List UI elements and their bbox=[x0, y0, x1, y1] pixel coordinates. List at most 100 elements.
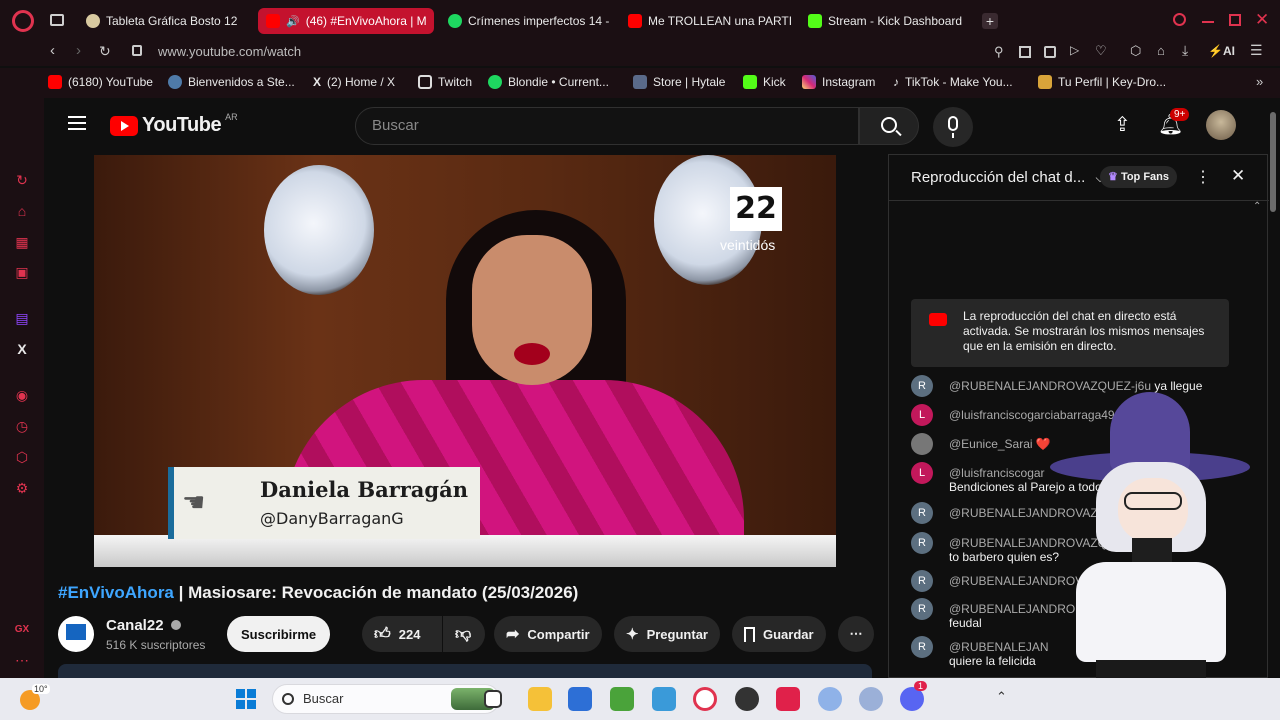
heart-icon[interactable]: ♡ bbox=[1095, 43, 1107, 59]
dislike-button[interactable]: 👎︎ bbox=[443, 616, 485, 652]
ask-button[interactable]: ✦ Preguntar bbox=[614, 616, 720, 652]
tab-trollean[interactable]: Me TROLLEAN una PARTI bbox=[620, 8, 792, 34]
bookmark-twitch[interactable]: Twitch bbox=[418, 75, 472, 89]
studio-desk bbox=[94, 535, 836, 567]
bookmark-steam[interactable]: Bienvenidos a Ste... bbox=[168, 75, 295, 89]
chat-scroll-up-icon[interactable]: ⌃ bbox=[1253, 201, 1261, 212]
new-tab-button[interactable]: + bbox=[982, 13, 998, 29]
search-tabs-icon[interactable] bbox=[1173, 13, 1186, 26]
forward-icon[interactable]: › bbox=[76, 42, 81, 59]
history-icon[interactable]: ◷ bbox=[14, 418, 30, 434]
channel-avatar[interactable] bbox=[58, 616, 94, 652]
channel-watermark-text: veintidós bbox=[720, 237, 776, 253]
bookmark-kick[interactable]: Kick bbox=[743, 75, 786, 89]
channel-name[interactable]: Canal22 bbox=[106, 617, 181, 634]
video-player[interactable]: ☚ Daniela Barragán @DanyBarraganG 22 vei… bbox=[94, 155, 836, 567]
bookmark-youtube[interactable]: (6180) YouTube bbox=[48, 75, 153, 89]
close-window-button[interactable]: ✕ bbox=[1255, 10, 1269, 30]
presenter-face bbox=[472, 235, 592, 385]
save-button[interactable]: Guardar bbox=[732, 616, 826, 652]
windows-taskbar: 10° Buscar 1 ⌃ bbox=[0, 678, 1280, 720]
close-chat-icon[interactable]: ✕ bbox=[1231, 166, 1245, 186]
play-icon[interactable]: ▷ bbox=[1070, 43, 1079, 57]
opera-logo-icon[interactable] bbox=[12, 10, 34, 32]
photos-icon[interactable] bbox=[652, 687, 676, 711]
subscriber-count: 516 K suscriptores bbox=[106, 638, 206, 652]
bookmark-hytale[interactable]: Store | Hytale bbox=[633, 75, 725, 89]
bookmark-instagram[interactable]: Instagram bbox=[802, 75, 875, 89]
page-scrollbar[interactable] bbox=[1270, 112, 1276, 212]
taskbar-search-input[interactable]: Buscar bbox=[272, 684, 500, 714]
refresh-icon[interactable]: ↻ bbox=[14, 172, 30, 188]
app-icon[interactable] bbox=[859, 687, 883, 711]
settings-icon[interactable]: ⚙ bbox=[14, 480, 30, 496]
task-view-icon[interactable] bbox=[484, 690, 502, 708]
file-explorer-icon[interactable] bbox=[528, 687, 552, 711]
bookmark-spotify[interactable]: Blondie • Current... bbox=[488, 75, 609, 89]
tiktok-icon[interactable] bbox=[776, 687, 800, 711]
bag-icon[interactable]: ⌂ bbox=[14, 203, 30, 219]
menu-icon[interactable] bbox=[68, 116, 86, 130]
weather-widget[interactable]: 10° bbox=[20, 684, 50, 714]
extensions-icon[interactable]: ⬡ bbox=[14, 449, 30, 465]
gx-control-icon[interactable]: GX bbox=[14, 622, 30, 638]
obs-icon[interactable] bbox=[735, 687, 759, 711]
minecraft-icon[interactable] bbox=[610, 687, 634, 711]
bookmarks-bar: (6180) YouTube Bienvenidos a Ste... X (2)… bbox=[0, 68, 1280, 98]
more-bookmarks-icon[interactable]: » bbox=[1256, 74, 1263, 89]
bookmark-keydrop[interactable]: Tu Perfil | Key-Dro... bbox=[1038, 75, 1166, 89]
tab-envivoahora[interactable]: 🔊 (46) #EnVivoAhora | M bbox=[258, 8, 434, 34]
aria-ai-button[interactable]: ⚡AI bbox=[1208, 44, 1235, 58]
notifications-button[interactable]: 🔔︎ 9+ bbox=[1158, 108, 1190, 137]
top-fans-chip[interactable]: ♛ Top Fans bbox=[1100, 166, 1178, 188]
game-icon[interactable]: ▦ bbox=[14, 234, 30, 250]
vtube-studio-icon[interactable] bbox=[818, 687, 842, 711]
back-icon[interactable]: ‹ bbox=[50, 42, 55, 59]
search-input[interactable]: Buscar bbox=[355, 107, 859, 145]
reload-icon[interactable]: ↻ bbox=[99, 43, 111, 60]
store-icon[interactable] bbox=[568, 687, 592, 711]
chat-menu-icon[interactable]: ⋮ bbox=[1195, 167, 1211, 187]
workspace-icon[interactable] bbox=[50, 14, 64, 26]
wallet-icon[interactable]: ⌂ bbox=[1157, 43, 1165, 58]
description-box[interactable] bbox=[58, 664, 872, 678]
voice-search-button[interactable] bbox=[933, 107, 973, 147]
tray-overflow-icon[interactable]: ⌃ bbox=[996, 689, 1007, 705]
youtube-logo[interactable]: YouTube AR bbox=[110, 112, 238, 137]
bookmark-tiktok[interactable]: ♪ TikTok - Make You... bbox=[893, 75, 1013, 89]
twitch-icon[interactable]: ▤ bbox=[14, 310, 30, 326]
more-actions-button[interactable]: ⋯ bbox=[838, 616, 874, 652]
twitch-favicon-icon bbox=[418, 75, 432, 89]
mail-icon[interactable]: ▣ bbox=[14, 264, 30, 280]
subscribe-button[interactable]: Suscribirme bbox=[227, 616, 331, 652]
like-button[interactable]: 👍︎ 224 bbox=[362, 616, 442, 652]
lock-icon[interactable] bbox=[132, 45, 142, 56]
upload-icon[interactable]: ⇪ bbox=[1114, 112, 1131, 137]
search-button[interactable] bbox=[859, 107, 919, 145]
chat-title[interactable]: Reproducción del chat d... ⌵ bbox=[911, 169, 1105, 186]
url-field[interactable]: www.youtube.com/watch bbox=[158, 44, 301, 59]
download-icon[interactable]: ⤓ bbox=[1182, 42, 1188, 59]
bookmark-x[interactable]: X (2) Home / X bbox=[313, 75, 395, 89]
maximize-button[interactable] bbox=[1229, 14, 1241, 26]
easy-setup-icon[interactable]: ☰ bbox=[1250, 42, 1263, 59]
account-avatar[interactable] bbox=[1206, 110, 1236, 140]
tab-kick-dashboard[interactable]: Stream - Kick Dashboard bbox=[800, 8, 972, 34]
share-button[interactable]: ➦ Compartir bbox=[494, 616, 602, 652]
snapshot-icon[interactable] bbox=[1019, 46, 1031, 58]
x-icon[interactable]: X bbox=[14, 341, 30, 357]
shield-icon[interactable] bbox=[1044, 46, 1056, 58]
tab-bosto[interactable]: Tableta Gráfica Bosto 12 bbox=[78, 8, 248, 34]
start-button-icon[interactable] bbox=[234, 687, 258, 711]
video-title-hashtag[interactable]: #EnVivoAhora bbox=[58, 583, 174, 602]
pin-icon[interactable]: ⚲ bbox=[994, 44, 1004, 60]
extensions-icon[interactable]: ⬡ bbox=[1130, 43, 1141, 59]
discord-icon[interactable]: 1 bbox=[900, 681, 928, 711]
player-icon[interactable]: ◉ bbox=[14, 387, 30, 403]
canal22-logo-icon bbox=[66, 624, 86, 640]
more-icon[interactable]: ⋯ bbox=[14, 652, 30, 668]
speaker-icon[interactable]: 🔊 bbox=[286, 15, 300, 28]
minimize-button[interactable] bbox=[1202, 21, 1214, 23]
opera-gx-icon[interactable] bbox=[693, 687, 717, 711]
tab-crimenes[interactable]: Crímenes imperfectos 14 - bbox=[440, 8, 610, 34]
